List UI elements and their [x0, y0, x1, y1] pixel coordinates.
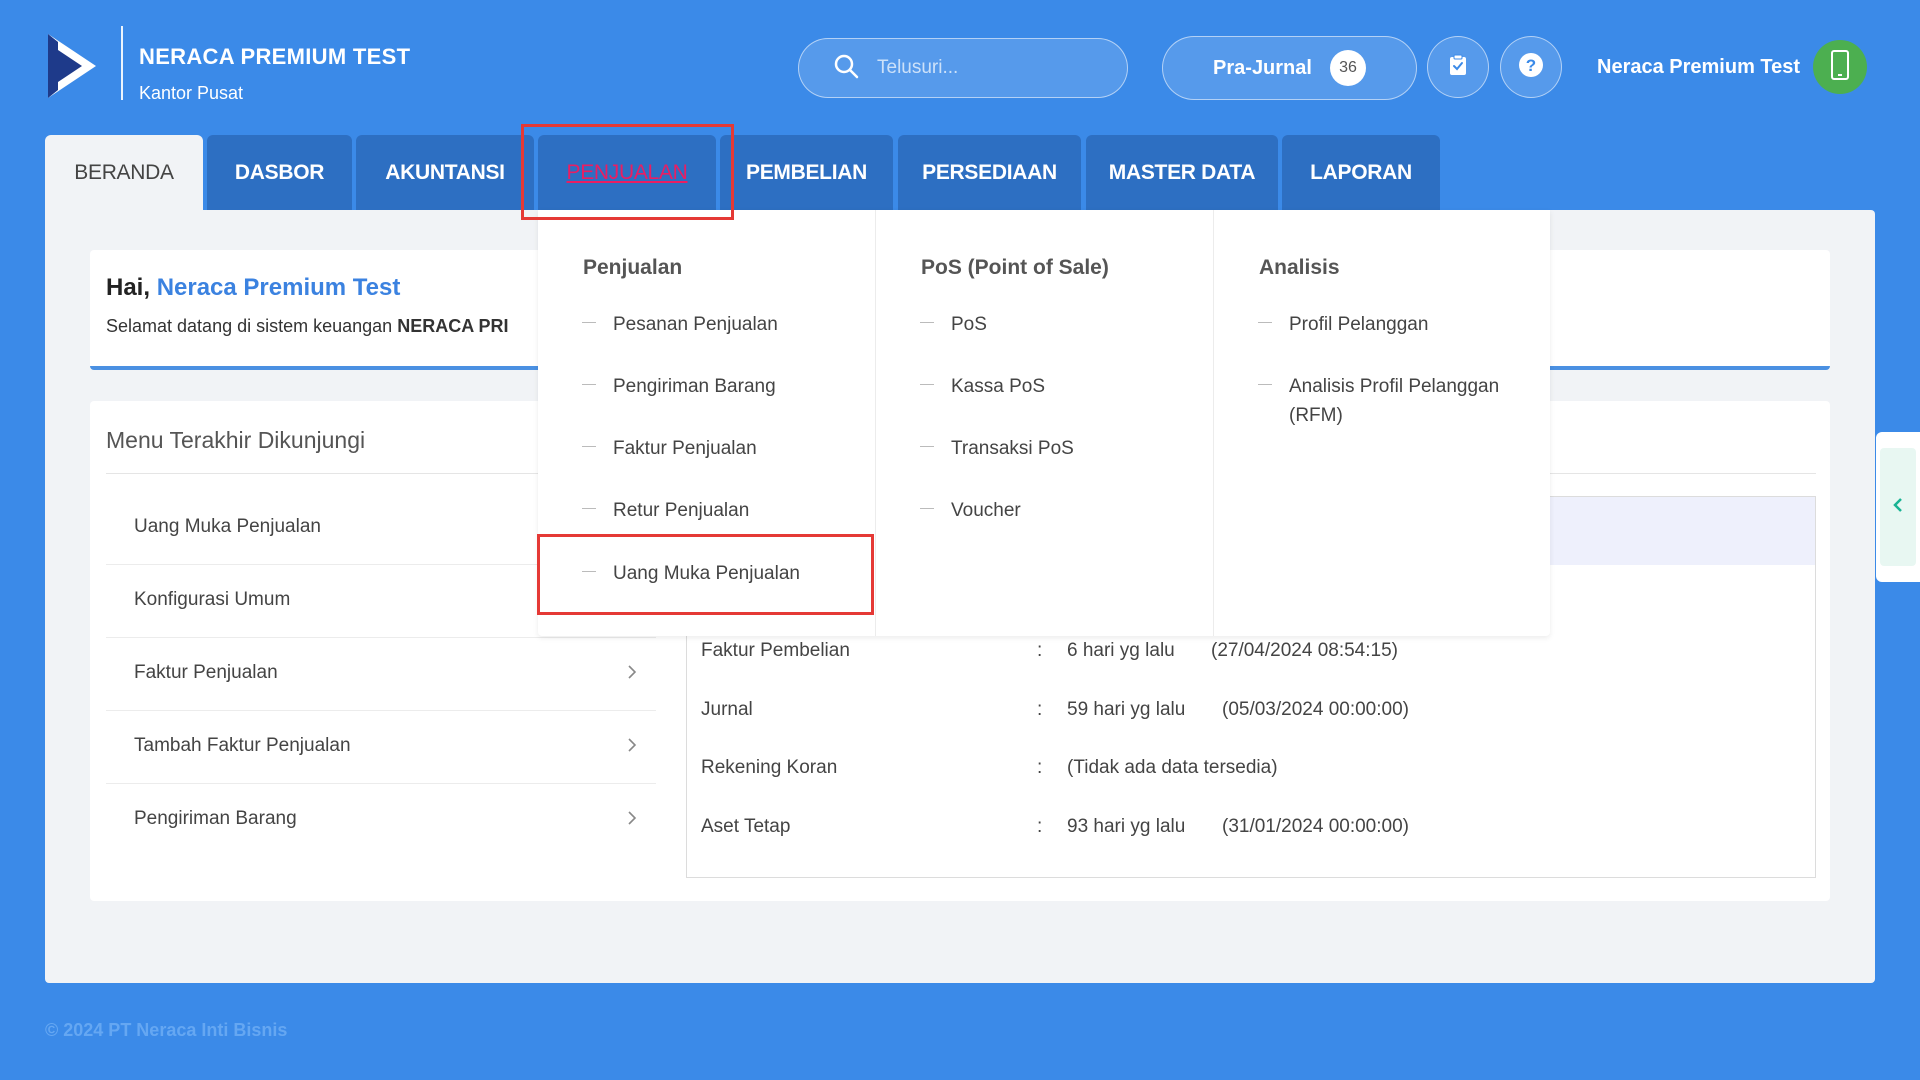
activity-separator: :	[1037, 640, 1043, 661]
dash-icon	[920, 384, 934, 385]
menu-item-kassa-pos[interactable]: Kassa PoS	[920, 372, 1201, 401]
recent-item[interactable]: Faktur Penjualan	[106, 638, 656, 711]
activity-ago: 59 hari yg lalu	[1067, 699, 1186, 720]
menu-item-pos[interactable]: PoS	[920, 310, 1201, 339]
clipboard-check-icon	[1446, 53, 1470, 82]
chevron-right-icon	[625, 735, 639, 755]
menu-item-analisis-profil-pelanggan[interactable]: Analisis Profil Pelanggan (RFM)	[1258, 372, 1539, 430]
activity-date: (31/01/2024 00:00:00)	[1222, 816, 1409, 837]
menu-item-uang-muka-penjualan[interactable]: Uang Muka Penjualan	[582, 559, 863, 588]
user-name[interactable]: Neraca Premium Test	[1597, 56, 1800, 79]
dash-icon	[1258, 384, 1272, 385]
penjualan-dropdown-menu: Penjualan Pesanan Penjualan Pengiriman B…	[538, 210, 1550, 636]
activity-name: Aset Tetap	[701, 816, 791, 837]
menu-item-faktur-penjualan[interactable]: Faktur Penjualan	[582, 434, 863, 463]
menu-item-retur-penjualan[interactable]: Retur Penjualan	[582, 496, 863, 525]
search-bar[interactable]	[798, 38, 1128, 98]
tab-beranda[interactable]: BERANDA	[45, 135, 203, 210]
brand-title: NERACA PREMIUM TEST	[139, 44, 411, 69]
menu-item-pesanan-penjualan[interactable]: Pesanan Penjualan	[582, 310, 863, 339]
recent-menu-title: Menu Terakhir Dikunjungi	[106, 427, 366, 453]
activity-date: (27/04/2024 08:54:15)	[1211, 640, 1398, 661]
menu-item-profil-pelanggan[interactable]: Profil Pelanggan	[1258, 310, 1539, 339]
menu-item-transaksi-pos[interactable]: Transaksi PoS	[920, 434, 1201, 463]
search-input[interactable]	[877, 57, 1107, 79]
activity-separator: :	[1037, 816, 1043, 837]
side-panel-toggle[interactable]	[1876, 432, 1920, 582]
recent-item-label: Faktur Penjualan	[134, 662, 278, 683]
pra-jurnal-label: Pra-Jurnal	[1213, 56, 1312, 79]
recent-item[interactable]: Tambah Faktur Penjualan	[106, 711, 656, 784]
dropdown-column-analisis: Analisis Profil Pelanggan Analisis Profi…	[1214, 210, 1550, 636]
dash-icon	[1258, 322, 1272, 323]
activity-ago: (Tidak ada data tersedia)	[1067, 757, 1278, 778]
brand-divider	[121, 26, 123, 100]
activity-separator: :	[1037, 757, 1043, 778]
activity-separator: :	[1037, 699, 1043, 720]
dash-icon	[582, 508, 596, 509]
activity-ago: 93 hari yg lalu	[1067, 816, 1186, 837]
recent-item-label: Pengiriman Barang	[134, 808, 297, 829]
dash-icon	[582, 571, 596, 572]
chevron-right-icon	[625, 662, 639, 682]
menu-item-pengiriman-barang[interactable]: Pengiriman Barang	[582, 372, 863, 401]
recent-item-label: Tambah Faktur Penjualan	[134, 735, 351, 756]
dropdown-column-penjualan: Penjualan Pesanan Penjualan Pengiriman B…	[538, 210, 876, 636]
greeting-welcome-text: Selamat datang di sistem keuangan	[106, 316, 393, 336]
activity-ago: 6 hari yg lalu	[1067, 640, 1175, 661]
recent-item-label: Uang Muka Penjualan	[134, 516, 321, 537]
side-panel-toggle-inner	[1880, 448, 1916, 566]
dash-icon	[920, 446, 934, 447]
greeting-product: NERACA PRI	[397, 316, 509, 336]
menu-item-voucher[interactable]: Voucher	[920, 496, 1201, 525]
dash-icon	[582, 322, 596, 323]
activity-name: Faktur Pembelian	[701, 640, 850, 661]
activity-name: Rekening Koran	[701, 757, 838, 778]
activity-name: Jurnal	[701, 699, 753, 720]
brand-logo-icon[interactable]	[44, 32, 100, 100]
tab-dasbor[interactable]: DASBOR	[207, 135, 352, 210]
mobile-phone-icon	[1830, 49, 1850, 85]
tab-persediaan[interactable]: PERSEDIAAN	[898, 135, 1081, 210]
chevron-right-icon	[625, 808, 639, 828]
help-icon: ?	[1518, 52, 1544, 83]
tasks-button[interactable]	[1427, 36, 1489, 98]
greeting-title: Hai, Neraca Premium Test	[106, 274, 400, 302]
greeting-user-name: Neraca Premium Test	[156, 274, 401, 301]
footer-copyright: © 2024 PT Neraca Inti Bisnis	[45, 1020, 288, 1040]
greeting-welcome: Selamat datang di sistem keuangan NERACA…	[106, 316, 509, 337]
recent-item[interactable]: Pengiriman Barang	[106, 784, 656, 857]
chevron-left-icon	[1891, 495, 1905, 520]
search-icon	[833, 53, 859, 84]
svg-text:?: ?	[1526, 56, 1536, 75]
tab-master-data[interactable]: MASTER DATA	[1086, 135, 1278, 210]
tab-akuntansi[interactable]: AKUNTANSI	[356, 135, 534, 210]
pra-jurnal-button[interactable]: Pra-Jurnal 36	[1162, 36, 1417, 100]
recent-item-label: Konfigurasi Umum	[134, 589, 291, 610]
dropdown-heading: PoS (Point of Sale)	[921, 256, 1109, 279]
avatar[interactable]	[1813, 40, 1867, 94]
dropdown-heading: Analisis	[1259, 256, 1340, 279]
dash-icon	[582, 446, 596, 447]
tab-laporan[interactable]: LAPORAN	[1282, 135, 1440, 210]
dash-icon	[920, 508, 934, 509]
tab-pembelian[interactable]: PEMBELIAN	[720, 135, 893, 210]
brand-subtitle: Kantor Pusat	[139, 83, 244, 103]
activity-date: (05/03/2024 00:00:00)	[1222, 699, 1409, 720]
greeting-hai: Hai,	[106, 274, 151, 301]
dash-icon	[920, 322, 934, 323]
pra-jurnal-count-badge: 36	[1329, 50, 1366, 86]
help-button[interactable]: ?	[1500, 36, 1562, 98]
dropdown-column-pos: PoS (Point of Sale) PoS Kassa PoS Transa…	[876, 210, 1214, 636]
tab-penjualan[interactable]: PENJUALAN	[538, 135, 716, 210]
dropdown-heading: Penjualan	[583, 256, 683, 279]
dash-icon	[582, 384, 596, 385]
